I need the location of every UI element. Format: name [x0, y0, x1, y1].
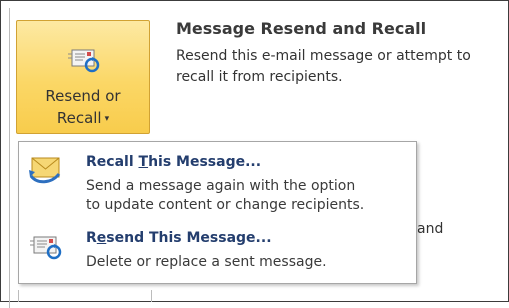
menu-item-recall-title: Recall This Message...	[86, 154, 261, 170]
recall-envelope-icon	[29, 157, 61, 184]
resend-envelope-icon	[30, 236, 62, 260]
tooltip-title: Message Resend and Recall	[176, 19, 427, 38]
tooltip-obscured-fragment: and	[417, 221, 444, 237]
menu-item-resend-description: Delete or replace a sent message.	[86, 254, 327, 270]
resend-recall-menu: Recall This Message... Send a message ag…	[18, 141, 417, 284]
ribbon-divider	[9, 8, 10, 308]
resend-or-recall-label: Resend or Recall ▾	[17, 85, 149, 130]
resend-envelope-icon	[68, 49, 100, 73]
title-text: send This Message...	[106, 230, 272, 246]
menu-item-recall-description: Send a message again with the option to …	[86, 178, 365, 213]
button-label-line-2: Recall	[56, 109, 102, 127]
title-text: Recall	[86, 154, 139, 170]
access-key: e	[96, 230, 107, 246]
ribbon-group-edge	[18, 290, 152, 302]
menu-item-resend[interactable]: Resend This Message... Delete or replace…	[19, 222, 416, 286]
button-label-line-1: Resend or	[45, 87, 121, 105]
chevron-down-icon: ▾	[104, 114, 110, 124]
access-key: T	[138, 154, 149, 170]
tooltip-description: Resend this e-mail message or attempt to…	[176, 48, 471, 85]
title-text: R	[86, 230, 97, 246]
resend-or-recall-button[interactable]: Resend or Recall ▾	[16, 20, 150, 134]
menu-item-resend-title: Resend This Message...	[86, 230, 272, 246]
menu-item-recall[interactable]: Recall This Message... Send a message ag…	[19, 146, 416, 213]
title-text: his Message...	[148, 154, 262, 170]
